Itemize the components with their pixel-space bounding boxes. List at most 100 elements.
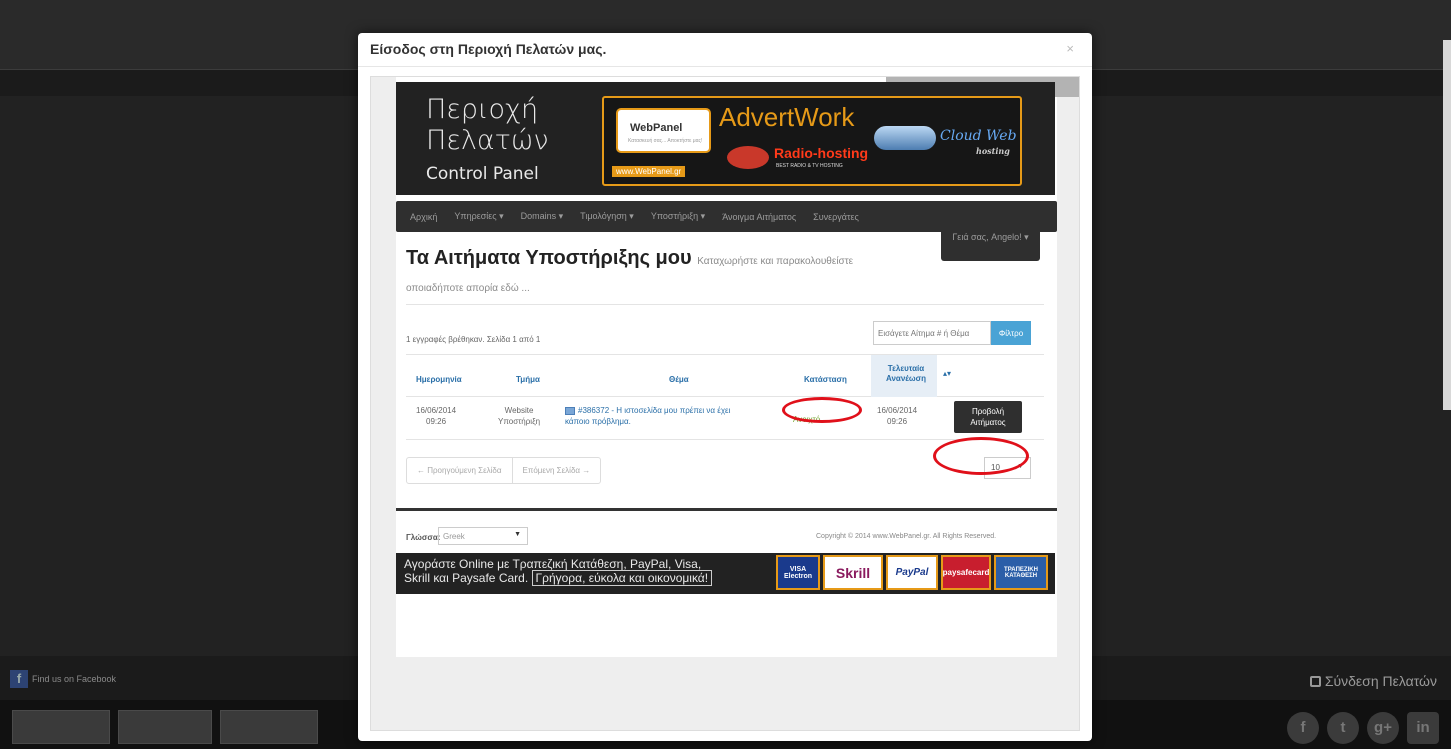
page-subtitle: Καταχωρήστε και παρακολουθείστε [697, 256, 854, 267]
banner-title: Περιοχή Πελατών [426, 94, 549, 156]
payment-text-line2: Skrill και Paysafe Card. Γρήγορα, εύκολα… [404, 570, 713, 586]
page-title: Τα Αιτήματα Υποστήριξης μου Καταχωρήστε … [406, 247, 853, 270]
nav-support[interactable]: Υποστήριξη ▾ [651, 211, 705, 222]
divider [406, 304, 1044, 305]
next-page-button[interactable]: Επόμενη Σελίδα → [511, 458, 601, 483]
radio-hosting-logo[interactable] [220, 710, 318, 744]
footer-divider [396, 508, 1057, 511]
ticket-last-updated: 16/06/2014 09:26 [877, 405, 917, 427]
filter-button[interactable]: Φίλτρο [991, 321, 1031, 345]
table-row[interactable]: 16/06/2014 09:26 Website Υποστήριξη #386… [406, 397, 1044, 440]
cloud-icon [874, 126, 936, 150]
lock-icon [1309, 675, 1321, 687]
chevron-down-icon: ▼ [514, 531, 521, 538]
pagination: ← Προηγούμενη Σελίδα Επόμενη Σελίδα → [406, 457, 602, 484]
ticket-subject-link[interactable]: #386372 - Η ιστοσελίδα μου πρέπει να έχε… [565, 405, 730, 427]
bank-deposit-logo: ΤΡΑΠΕΖΙΚΗ ΚΑΤΑΘΕΣΗ [994, 555, 1048, 590]
status-annotation-circle [782, 397, 862, 423]
search-input[interactable] [873, 321, 991, 345]
advertwork-logo: AdvertWork [719, 102, 855, 132]
visa-electron-logo: VISA Electron [776, 555, 820, 590]
social-links: f t g+ in [1287, 712, 1439, 744]
user-menu-dropdown[interactable]: Γειά σας, Angelo! ▾ [941, 224, 1040, 261]
previous-page-button[interactable]: ← Προηγούμενη Σελίδα [407, 458, 512, 483]
webpanel-url: www.WebPanel.gr [612, 166, 686, 177]
facebook-label: Find us on Facebook [32, 674, 117, 684]
column-date[interactable]: Ημερομηνία [416, 375, 462, 384]
modal-title: Είσοδος στη Περιοχή Πελατών μας. [370, 41, 607, 57]
payment-banner[interactable]: Αγοράστε Online με Τραπεζική Κατάθεση, P… [396, 553, 1055, 594]
ticket-department-line1: Website [504, 406, 534, 415]
payment-logos: VISA Electron Skrill PayPal paysafecard … [776, 555, 1048, 590]
client-login-link[interactable]: Σύνδεση Πελατών [1309, 673, 1437, 689]
view-ticket-button[interactable]: Προβολή Αιτήματος [954, 401, 1022, 433]
skrill-logo: Skrill [823, 555, 883, 590]
page-subtitle-continued: οποιαδήποτε απορία εδώ ... [406, 283, 530, 294]
payment-text-line2a: Skrill και Paysafe Card. [404, 571, 529, 585]
column-last-updated-label: Τελευταία Ανανέωση [885, 364, 927, 383]
ticket-subject-line1: #386372 - Η ιστοσελίδα μου πρέπει να έχε… [578, 406, 731, 415]
tickets-table: Ημερομηνία Τμήμα Θέμα Κατάσταση Τελευταί… [406, 354, 1044, 440]
linkedin-icon[interactable]: in [1407, 712, 1439, 744]
column-status[interactable]: Κατάσταση [804, 375, 847, 384]
sort-icon: ▴▾ [943, 369, 952, 378]
webpanel-logo: WebPanel Κατασκευή σας... Αποκτήστε μας! [616, 108, 711, 153]
ticket-icon [565, 406, 575, 415]
partner-logos [12, 710, 318, 744]
language-select[interactable]: Greek ▼ [438, 527, 528, 545]
webpanel-logo[interactable] [12, 710, 110, 744]
client-login-label: Σύνδεση Πελατών [1324, 673, 1437, 689]
nav-billing[interactable]: Τιμολόγηση ▾ [580, 211, 634, 222]
banner-title-line2: Πελατών [426, 125, 549, 156]
site-banner: Περιοχή Πελατών Control Panel WebPanel Κ… [396, 82, 1055, 195]
google-plus-icon[interactable]: g+ [1367, 712, 1399, 744]
column-subject[interactable]: Θέμα [669, 375, 689, 384]
radio-icon [727, 146, 769, 169]
banner-title-line1: Περιοχή [426, 94, 539, 125]
facebook-icon: f [10, 670, 28, 688]
column-department[interactable]: Τμήμα [516, 375, 540, 384]
view-ticket-annotation-circle [933, 437, 1029, 475]
language-value: Greek [443, 532, 465, 541]
webpanel-tagline: Κατασκευή σας... Αποκτήστε μας! [628, 138, 703, 144]
payment-text-line1: Αγοράστε Online με Τραπεζική Κατάθεση, P… [404, 557, 702, 571]
ticket-department-line2: Υποστήριξη [498, 417, 541, 426]
facebook-icon[interactable]: f [1287, 712, 1319, 744]
ticket-date-time: 09:26 [426, 417, 447, 426]
cloudweb-tagline: hosting [976, 146, 1010, 156]
facebook-link[interactable]: f Find us on Facebook [10, 670, 116, 688]
nav-home[interactable]: Αρχική [410, 212, 437, 222]
modal-body: Περιοχή Πελατών Control Panel WebPanel Κ… [370, 76, 1080, 731]
ticket-updated-day: 16/06/2014 [877, 406, 918, 415]
language-label: Γλώσσα: [406, 533, 441, 542]
ticket-department: Website Υποστήριξη [498, 405, 540, 427]
paysafecard-logo: paysafecard [941, 555, 991, 590]
modal-header: Είσοδος στη Περιοχή Πελατών μας. × [358, 33, 1092, 67]
page-scrollbar[interactable] [1443, 40, 1451, 410]
client-area-page: Περιοχή Πελατών Control Panel WebPanel Κ… [396, 77, 1079, 657]
ticket-subject-line2: κάποιο πρόβλημα. [565, 417, 631, 426]
view-ticket-label-line2: Αιτήματος [970, 418, 1006, 427]
nav-services[interactable]: Υπηρεσίες ▾ [454, 211, 503, 222]
paypal-logo: PayPal [886, 555, 938, 590]
results-count: 1 εγγραφές βρέθηκαν. Σελίδα 1 από 1 [406, 335, 541, 344]
page-title-text: Τα Αιτήματα Υποστήριξης μου [406, 247, 692, 269]
view-ticket-label-line1: Προβολή [971, 407, 1005, 416]
ticket-updated-time: 09:26 [887, 417, 908, 426]
cloudweb-logo[interactable] [118, 710, 212, 744]
radio-hosting-tagline: BEST RADIO & TV HOSTING [776, 163, 843, 169]
close-icon[interactable]: × [1066, 41, 1074, 56]
nav-domains[interactable]: Domains ▾ [521, 211, 564, 222]
login-modal: Είσοδος στη Περιοχή Πελατών μας. × Περιο… [358, 33, 1092, 741]
nav-open-ticket[interactable]: Άνοιγμα Αιτήματος [722, 212, 796, 222]
column-last-updated[interactable]: Τελευταία Ανανέωση ▴▾ [871, 355, 951, 397]
nav-affiliates[interactable]: Συνεργάτες [813, 212, 859, 222]
webpanel-logo-text: WebPanel [630, 122, 683, 134]
cloudweb-logo: Cloud Web [940, 128, 1017, 144]
table-header: Ημερομηνία Τμήμα Θέμα Κατάσταση Τελευταί… [406, 354, 1044, 397]
copyright-text: Copyright © 2014 www.WebPanel.gr. All Ri… [816, 533, 997, 540]
radio-hosting-logo: Radio-hosting [774, 145, 869, 161]
banner-ad-box[interactable]: WebPanel Κατασκευή σας... Αποκτήστε μας!… [602, 96, 1022, 186]
twitter-icon[interactable]: t [1327, 712, 1359, 744]
ticket-search: Φίλτρο [873, 321, 1031, 345]
